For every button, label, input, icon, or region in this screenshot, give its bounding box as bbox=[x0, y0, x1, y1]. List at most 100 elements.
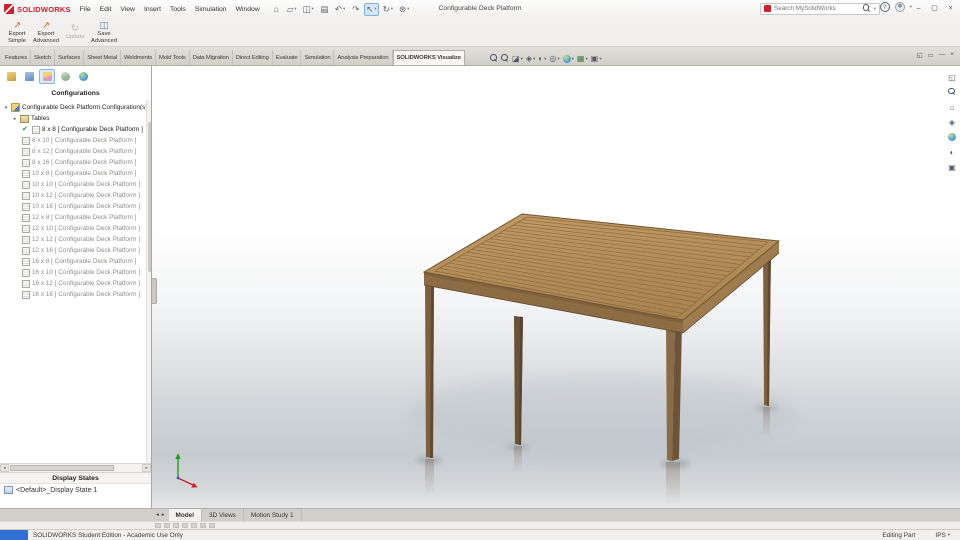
rebuild-icon[interactable]: ↻ ▾ bbox=[381, 3, 395, 16]
hide-show-items-icon[interactable]: ◎ ▾ bbox=[549, 54, 559, 63]
scrollbar-track[interactable] bbox=[9, 464, 142, 472]
dimxpertmanager-tab-icon[interactable] bbox=[57, 69, 73, 84]
config-item[interactable]: 10 x 10 [ Configurable Deck Platform ] bbox=[0, 179, 151, 190]
config-item[interactable]: 8 x 12 [ Configurable Deck Platform ] bbox=[0, 146, 151, 157]
pane-minimize-icon[interactable]: — bbox=[939, 51, 946, 59]
tables-row[interactable]: ▸ Tables bbox=[0, 113, 151, 124]
config-item[interactable]: 16 x 10 [ Configurable Deck Platform ] bbox=[0, 267, 151, 278]
tab-motion-study-1[interactable]: Motion Study 1 bbox=[244, 509, 302, 521]
tree-vertical-scrollbar[interactable] bbox=[146, 100, 151, 463]
config-item[interactable]: 10 x 16 [ Configurable Deck Platform ] bbox=[0, 201, 151, 212]
scroll-right-arrow[interactable]: ▸ bbox=[142, 464, 151, 472]
scene-icon[interactable]: ▦ ▾ bbox=[577, 54, 588, 63]
tab-analysis-preparation[interactable]: Analysis Preparation bbox=[334, 50, 393, 65]
menu-edit[interactable]: Edit bbox=[100, 6, 112, 13]
units-dropdown[interactable]: IPS ▾ bbox=[935, 532, 950, 539]
configurationmanager-tab-icon[interactable] bbox=[39, 69, 55, 84]
section-view-icon[interactable]: ◪ ▾ bbox=[512, 54, 523, 63]
save-advanced-button[interactable]: ◫ Save Advanced bbox=[90, 18, 118, 46]
panel-splitter-handle[interactable] bbox=[152, 278, 157, 304]
menu-insert[interactable]: Insert bbox=[144, 6, 161, 13]
print-icon[interactable]: ▤ bbox=[318, 3, 331, 16]
viewport-settings-icon[interactable]: ▣ bbox=[946, 161, 958, 173]
tree-root-row[interactable]: ▾ Configurable Deck Platform Configurati… bbox=[0, 102, 151, 113]
config-item[interactable]: 16 x 16 [ Configurable Deck Platform ] bbox=[0, 289, 151, 300]
config-item[interactable]: 12 x 10 [ Configurable Deck Platform ] bbox=[0, 223, 151, 234]
config-item[interactable]: 10 x 12 [ Configurable Deck Platform ] bbox=[0, 190, 151, 201]
featuremanager-tab-icon[interactable] bbox=[3, 69, 19, 84]
view-cube-icon[interactable]: ◈ bbox=[946, 116, 958, 128]
tab-simulation[interactable]: Simulation bbox=[301, 50, 335, 65]
panel-horizontal-scrollbar[interactable]: ◂ ▸ bbox=[0, 463, 151, 472]
config-item[interactable]: 8 x 10 [ Configurable Deck Platform ] bbox=[0, 135, 151, 146]
scrollbar-thumb[interactable] bbox=[147, 122, 151, 272]
close-button[interactable]: × bbox=[943, 1, 958, 15]
zoom-to-fit-icon[interactable] bbox=[946, 86, 958, 98]
view-settings-icon[interactable]: ▣ ▾ bbox=[591, 54, 602, 63]
scroll-left-arrow[interactable]: ◂ bbox=[0, 464, 9, 472]
fullscreen-icon[interactable]: ◱ bbox=[946, 71, 958, 83]
export-simple-button[interactable]: ↗ Export Simple bbox=[3, 18, 31, 46]
menu-window[interactable]: Window bbox=[236, 6, 260, 13]
menu-view[interactable]: View bbox=[120, 6, 135, 13]
expand-caret-icon[interactable]: ▾ bbox=[3, 105, 9, 111]
display-state-item[interactable]: <Default>_Display State 1 bbox=[0, 484, 151, 496]
config-item-active[interactable]: ✔ 8 x 8 [ Configurable Deck Platform ] bbox=[0, 124, 151, 135]
tab-model[interactable]: Model bbox=[168, 509, 202, 521]
pane-close-icon[interactable]: × bbox=[950, 51, 954, 59]
edit-appearance-icon[interactable]: ▾ bbox=[562, 54, 574, 63]
maximize-button[interactable]: ▢ bbox=[927, 1, 942, 15]
export-advanced-button[interactable]: ↗ Export Advanced bbox=[32, 18, 60, 46]
display-style-icon[interactable]: ◐ ▾ bbox=[538, 54, 546, 63]
update-button[interactable]: ↻ Update bbox=[61, 18, 89, 46]
tab-sketch[interactable]: Sketch bbox=[31, 50, 56, 65]
tab-weldments[interactable]: Weldments bbox=[121, 50, 157, 65]
config-item[interactable]: 12 x 8 [ Configurable Deck Platform ] bbox=[0, 212, 151, 223]
menu-file[interactable]: File bbox=[80, 6, 91, 13]
save-icon[interactable]: ◫ ▾ bbox=[301, 3, 316, 16]
config-item[interactable]: 12 x 12 [ Configurable Deck Platform ] bbox=[0, 234, 151, 245]
3d-viewport[interactable]: ◱ ⌂ ◈ ◐ ▣ bbox=[152, 66, 960, 508]
redo-icon[interactable]: ↷ bbox=[349, 3, 362, 16]
config-item[interactable]: 16 x 12 [ Configurable Deck Platform ] bbox=[0, 278, 151, 289]
minimize-button[interactable]: – bbox=[911, 1, 926, 15]
help-icon[interactable]: ? bbox=[879, 2, 890, 12]
tab-data-migration[interactable]: Data Migration bbox=[190, 50, 233, 65]
render-sphere-icon[interactable] bbox=[946, 131, 958, 143]
scrollbar-thumb[interactable] bbox=[10, 465, 114, 471]
options-gear-icon[interactable]: ⊛ ▾ bbox=[397, 3, 411, 16]
zoom-area-icon[interactable] bbox=[501, 54, 509, 63]
view-orientation-icon[interactable]: ◈ ▾ bbox=[526, 54, 535, 63]
tab-direct-editing[interactable]: Direct Editing bbox=[233, 50, 273, 65]
config-item[interactable]: 16 x 8 [ Configurable Deck Platform ] bbox=[0, 256, 151, 267]
zoom-fit-icon[interactable] bbox=[490, 54, 498, 63]
pane-popout-icon[interactable]: ◱ bbox=[916, 51, 922, 59]
home-icon[interactable]: ⌂ bbox=[270, 3, 283, 16]
chevron-down-icon[interactable]: ▾ bbox=[874, 6, 876, 12]
user-account-icon[interactable] bbox=[894, 2, 905, 12]
pane-collapse-icon[interactable]: ▭ bbox=[928, 51, 934, 59]
tab-sheet-metal[interactable]: Sheet Metal bbox=[84, 50, 121, 65]
taskbar-accent-button[interactable] bbox=[0, 530, 28, 540]
collapse-caret-icon[interactable]: ▸ bbox=[12, 116, 18, 122]
menu-tools[interactable]: Tools bbox=[170, 6, 186, 13]
tab-features[interactable]: Features bbox=[2, 50, 32, 65]
search-box[interactable]: ▾ bbox=[760, 2, 880, 15]
search-input[interactable] bbox=[774, 5, 860, 13]
display-mode-icon[interactable]: ◐ bbox=[946, 146, 958, 158]
displaymanager-tab-icon[interactable] bbox=[75, 69, 91, 84]
search-icon[interactable] bbox=[862, 4, 871, 13]
tab-mold-tools[interactable]: Mold Tools bbox=[156, 50, 190, 65]
tab-surfaces[interactable]: Surfaces bbox=[55, 50, 85, 65]
home-view-icon[interactable]: ⌂ bbox=[946, 101, 958, 113]
propertymanager-tab-icon[interactable] bbox=[21, 69, 37, 84]
tab-3d-views[interactable]: 3D Views bbox=[202, 509, 244, 521]
scroll-tabs-right-icon[interactable]: ▸ bbox=[162, 512, 165, 518]
config-item[interactable]: 10 x 8 [ Configurable Deck Platform ] bbox=[0, 168, 151, 179]
tab-evaluate[interactable]: Evaluate bbox=[273, 50, 302, 65]
undo-icon[interactable]: ↶ ▾ bbox=[333, 3, 347, 16]
select-tool-icon[interactable]: ↖ ▾ bbox=[364, 2, 379, 16]
open-icon[interactable]: ▱ ▾ bbox=[285, 3, 299, 16]
config-item[interactable]: 8 x 16 [ Configurable Deck Platform ] bbox=[0, 157, 151, 168]
scroll-tabs-left-icon[interactable]: ◂ bbox=[156, 512, 159, 518]
